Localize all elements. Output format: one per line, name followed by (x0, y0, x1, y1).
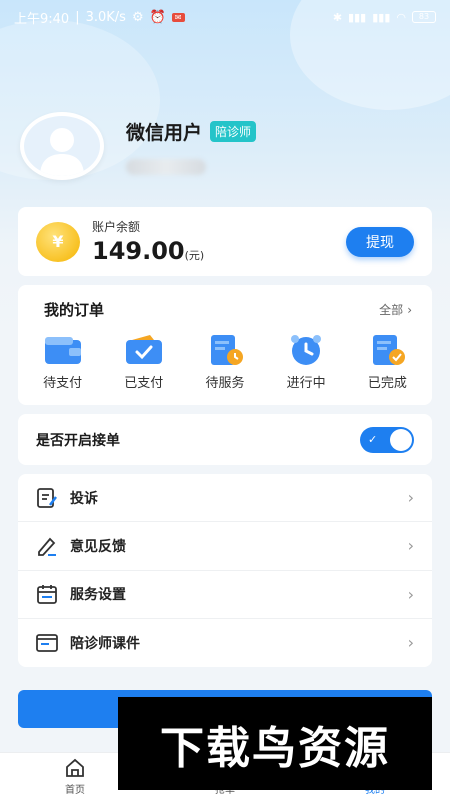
order-status-completed[interactable]: 已完成 (351, 334, 423, 391)
check-icon: ✓ (368, 433, 378, 446)
network-speed: 3.0K/s (85, 9, 126, 25)
chevron-right-icon: › (407, 302, 412, 317)
order-status-label: 待服务 (205, 376, 245, 391)
status-time: 上午9:40 (14, 11, 70, 27)
balance-unit: (元) (184, 249, 205, 262)
chevron-right-icon: › (407, 584, 414, 604)
menu-item-service-settings[interactable]: 服务设置 › (18, 571, 432, 619)
bluetooth-icon: ✱ (332, 10, 343, 24)
order-status-label: 待支付 (43, 376, 83, 391)
status-bar: 上午9:40 | 3.0K/s ⚙ ⏰ ✉ ✱ ▮▮▮ ▮▮▮ ◠ 83 (0, 0, 450, 34)
menu-item-label: 服务设置 (70, 587, 126, 604)
chevron-right-icon: › (407, 633, 414, 653)
accept-orders-card: 是否开启接单 ✓ (18, 414, 432, 465)
wallet-icon (44, 337, 81, 364)
clock-document-icon (210, 335, 243, 365)
menu-item-label: 投诉 (70, 490, 98, 507)
alarm-clock-icon (291, 335, 322, 365)
orders-all-label: 全部 (379, 303, 404, 317)
tab-label: 首页 (65, 785, 85, 796)
orders-card: 我的订单 全部 › 待支付 已支付 待服务 进行中 已完成 (18, 285, 432, 405)
watermark-overlay: 下载鸟资源 (118, 697, 432, 790)
order-status-awaiting-service[interactable]: 待服务 (189, 334, 261, 391)
order-status-in-progress[interactable]: 进行中 (270, 334, 342, 391)
avatar[interactable] (20, 112, 104, 180)
user-name: 微信用户 (126, 122, 203, 144)
orders-all-link[interactable]: 全部 › (379, 301, 412, 318)
order-status-label: 已支付 (124, 376, 164, 391)
order-status-paid[interactable]: 已支付 (108, 334, 180, 391)
balance-label: 账户余额 (92, 220, 141, 234)
balance-amount: 149.00 (92, 237, 185, 265)
coin-icon: ¥ (36, 221, 80, 262)
alarm-icon: ⏰ (149, 9, 166, 25)
menu-item-complaint[interactable]: 投诉 › (18, 474, 432, 523)
notification-badge-icon: ✉ (171, 12, 185, 22)
user-silhouette-icon (40, 128, 84, 176)
order-status-label: 已完成 (367, 376, 407, 391)
accept-orders-toggle[interactable]: ✓ (360, 426, 414, 453)
signal-2-icon: ▮▮▮ (372, 10, 391, 24)
orders-title: 我的订单 (44, 301, 105, 319)
menu-item-label: 陪诊师课件 (70, 635, 140, 652)
chevron-right-icon: › (407, 488, 414, 508)
sync-icon: ⚙ (131, 9, 144, 25)
pencil-icon (38, 537, 56, 556)
withdraw-button[interactable]: 提现 (346, 226, 414, 257)
paid-wallet-icon (125, 335, 162, 364)
order-status-label: 进行中 (286, 376, 326, 391)
profile-header: 微信用户 陪诊师 (20, 112, 257, 180)
complaint-icon (37, 487, 57, 508)
courseware-icon (36, 633, 58, 652)
wifi-icon: ◠ (396, 10, 406, 24)
menu-item-label: 意见反馈 (70, 538, 126, 555)
order-status-pending-payment[interactable]: 待支付 (27, 334, 99, 391)
calendar-icon (37, 585, 57, 605)
role-badge: 陪诊师 (210, 121, 257, 142)
accept-orders-label: 是否开启接单 (36, 432, 120, 449)
masked-user-id (126, 159, 206, 175)
home-icon (66, 758, 84, 777)
battery-icon: 83 (412, 11, 436, 23)
settings-menu: 投诉 › 意见反馈 › 服务设置 › 陪诊师课件 › (18, 474, 432, 667)
toggle-knob (390, 428, 412, 451)
check-document-icon (373, 335, 406, 365)
menu-item-feedback[interactable]: 意见反馈 › (18, 522, 432, 571)
signal-icon: ▮▮▮ (348, 10, 367, 24)
chevron-right-icon: › (407, 536, 414, 556)
tab-home[interactable]: 首页 (35, 757, 115, 796)
menu-item-courseware[interactable]: 陪诊师课件 › (18, 619, 432, 667)
balance-card: ¥ 账户余额 149.00(元) 提现 (18, 207, 432, 276)
